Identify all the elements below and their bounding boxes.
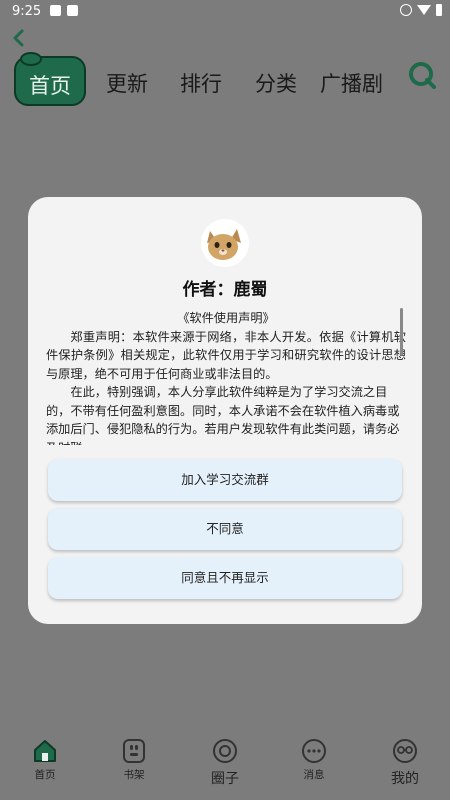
top-nav: 首页 更新 排行 分类 广播剧 [0,50,450,110]
bottom-nav-label: 消息 [303,769,325,781]
back-arrow-icon[interactable] [8,27,30,49]
notification-icon [67,5,78,16]
status-bar: 9:25 [0,0,450,24]
notice-paragraph: 在此，特别强调，本人分享此软件纯粹是为了学习交流之目的，不带有任何盈利意图。同时… [46,385,400,445]
notice-paragraph: 郑重声明：本软件来源于网络，非本人开发。依据《计算机软件保护条例》相关规定，此软… [46,329,406,381]
bookshelf-icon [123,739,145,763]
notice-content[interactable]: 《软件使用声明》 郑重声明：本软件来源于网络，非本人开发。依据《计算机软件保护条… [46,309,406,445]
bottom-nav-label: 首页 [34,769,56,781]
bottom-nav: 首页 书架 圈子 消息 我的 [0,730,450,800]
tab-category[interactable]: 分类 [255,68,297,98]
bottom-nav-label: 书架 [123,769,145,781]
tab-decoration [20,52,42,66]
bottom-nav-home[interactable]: 首页 [10,738,80,782]
tab-ranking[interactable]: 排行 [180,68,222,98]
notification-icon [50,5,61,16]
bottom-nav-label: 我的 [391,771,419,787]
bottom-nav-profile[interactable]: 我的 [370,738,440,788]
message-icon [302,739,326,763]
system-icons [400,4,442,16]
author-name: 作者：鹿蜀 [182,280,268,300]
cat-avatar-icon [201,219,249,267]
author-avatar [201,219,249,267]
bottom-nav-messages[interactable]: 消息 [279,738,349,782]
battery-icon [436,4,442,16]
dnd-icon [400,4,412,16]
status-time: 9:25 [12,4,42,19]
join-group-button[interactable]: 加入学习交流群 [48,459,402,501]
wifi-icon [417,5,431,15]
notice-title: 《软件使用声明》 [177,311,275,325]
bottom-nav-bookshelf[interactable]: 书架 [99,738,169,782]
profile-icon [393,739,417,763]
notification-icons [50,5,78,16]
circle-icon [213,739,237,763]
disclaimer-dialog: 作者：鹿蜀 《软件使用声明》 郑重声明：本软件来源于网络，非本人开发。依据《计算… [28,197,422,624]
tab-radio-drama[interactable]: 广播剧 [320,68,383,98]
home-icon [34,740,56,762]
disagree-button[interactable]: 不同意 [48,508,402,550]
tab-update[interactable]: 更新 [106,68,148,98]
search-icon[interactable] [407,60,437,90]
tab-label: 首页 [29,74,71,98]
bottom-nav-circle[interactable]: 圈子 [190,738,260,788]
agree-dont-show-button[interactable]: 同意且不再显示 [48,557,402,599]
tab-home[interactable]: 首页 [14,52,86,106]
content-scrollbar[interactable] [400,308,403,356]
bottom-nav-label: 圈子 [211,771,239,787]
